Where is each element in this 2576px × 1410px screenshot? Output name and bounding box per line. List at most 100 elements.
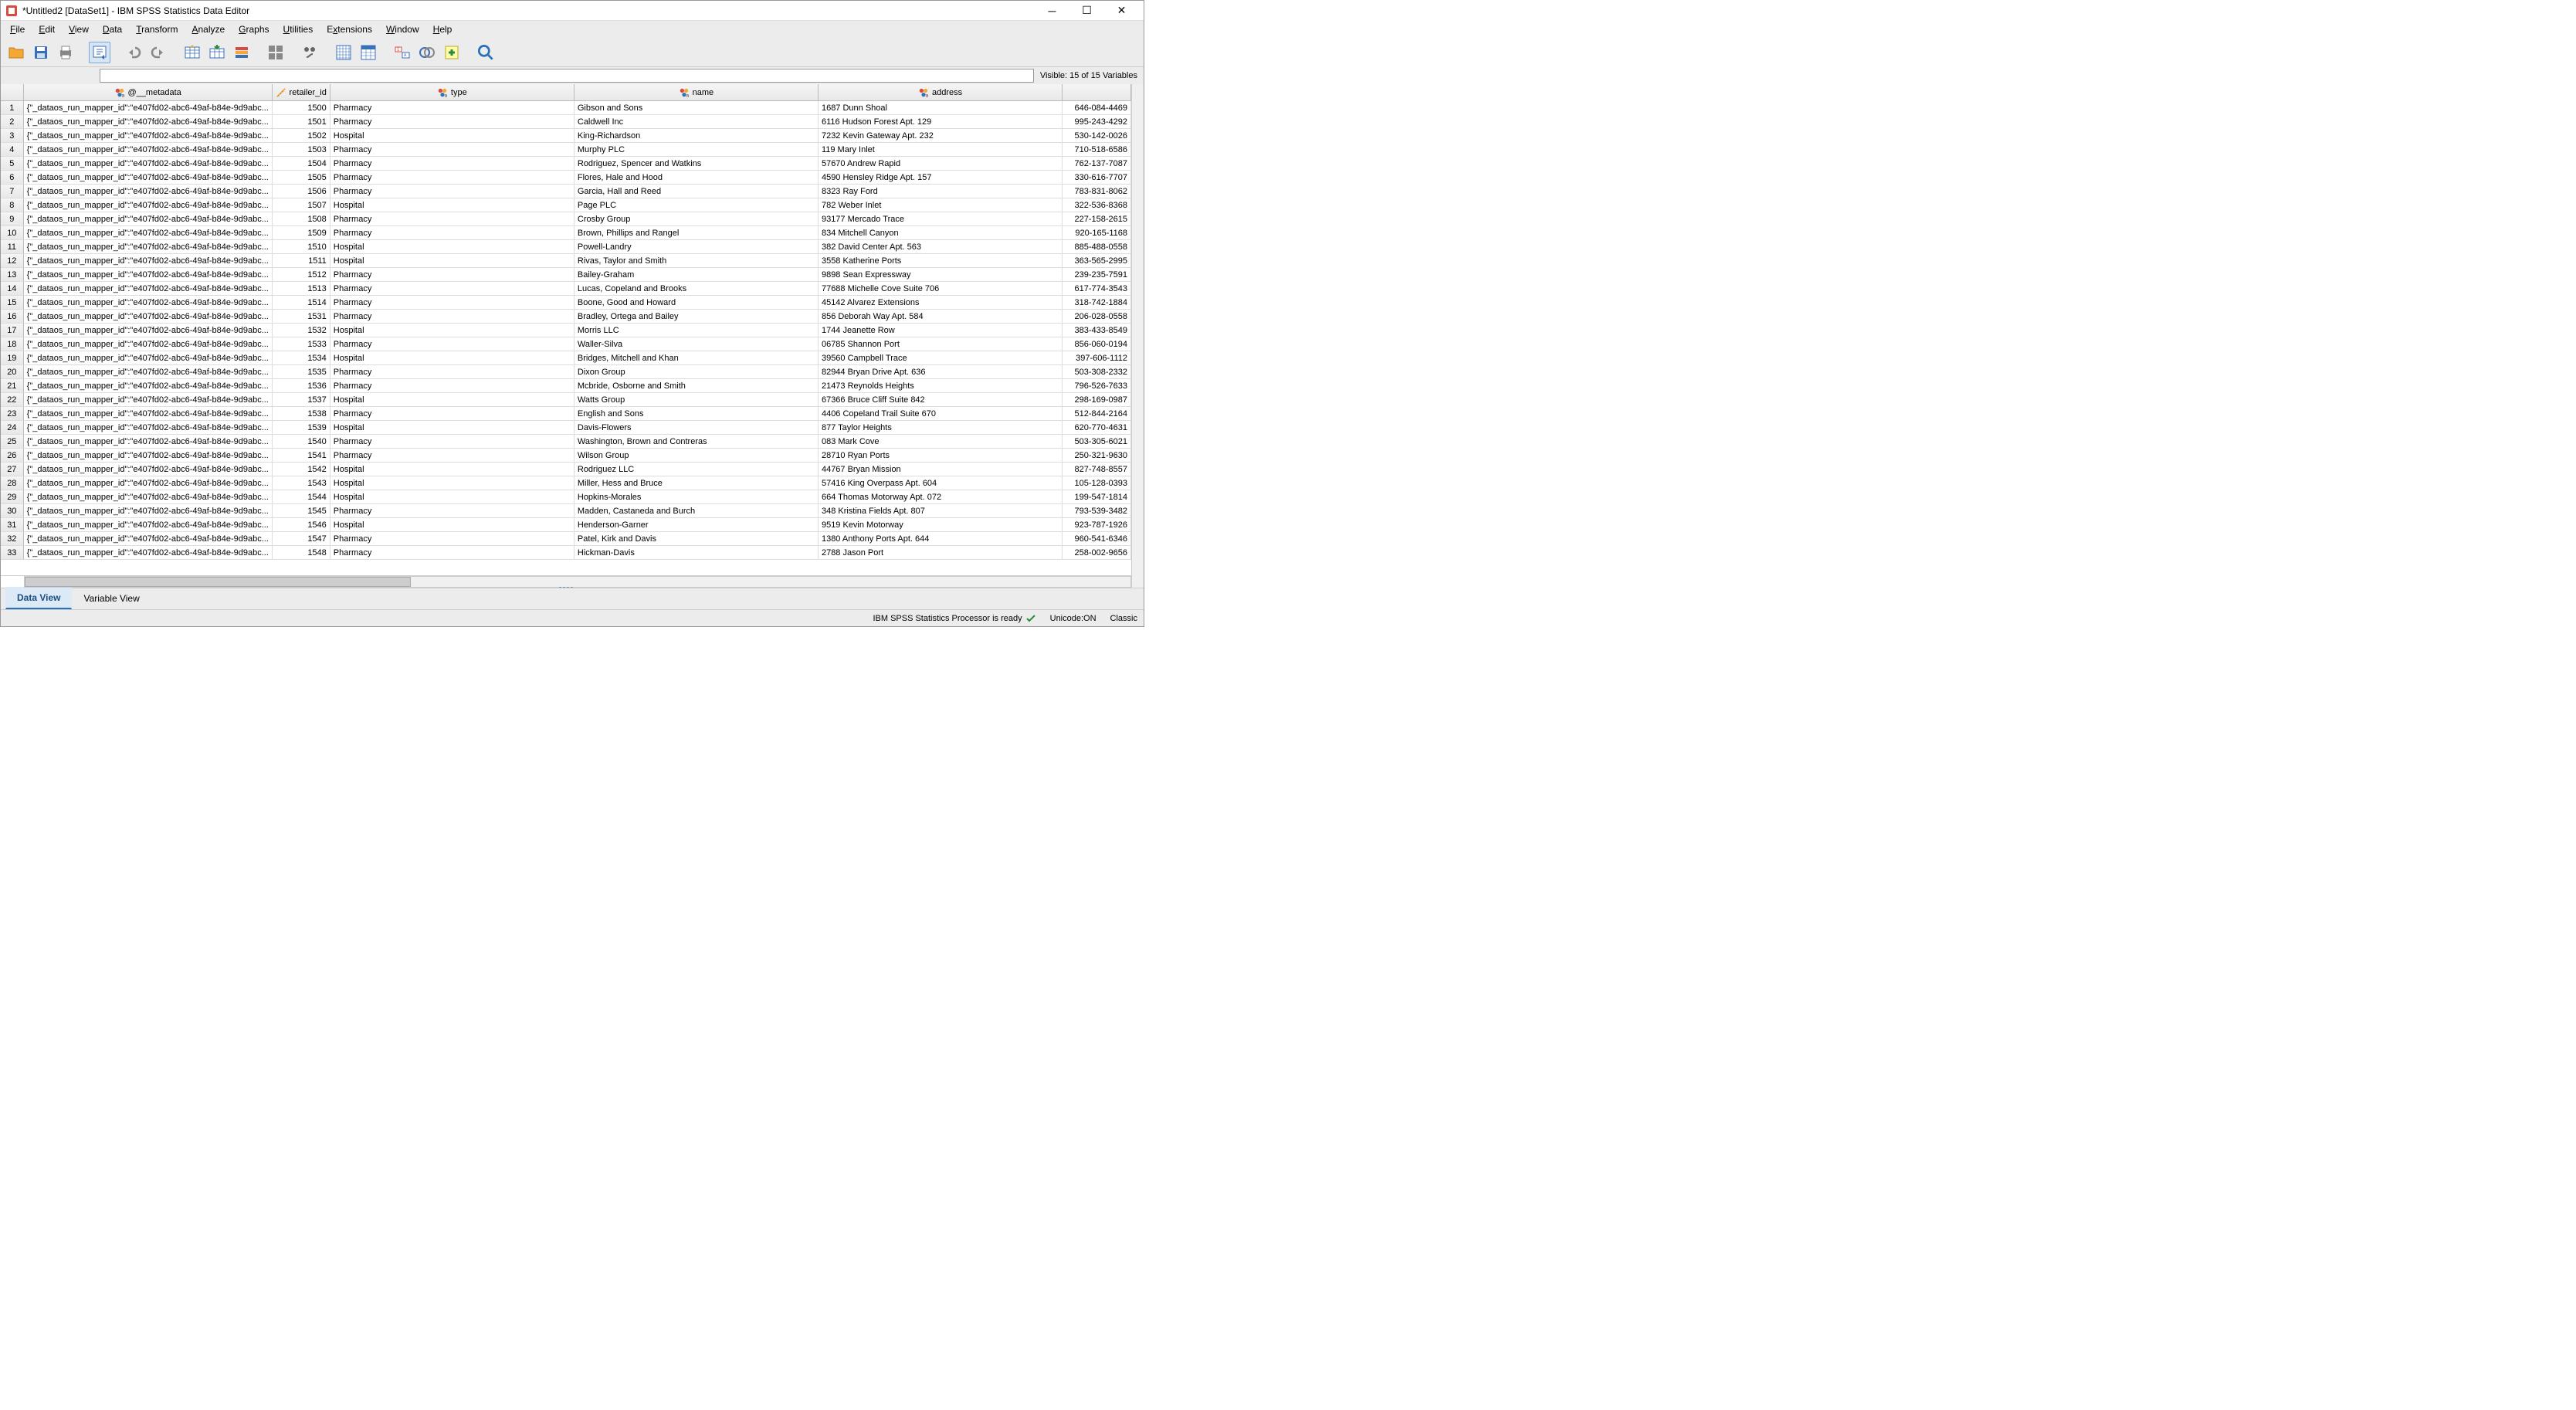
table-row[interactable]: 32{"_dataos_run_mapper_id":"e407fd02-abc…	[1, 532, 1131, 546]
cell-type[interactable]: Pharmacy	[330, 435, 575, 448]
cell-phone[interactable]: 762-137-7087	[1063, 157, 1131, 170]
table-row[interactable]: 22{"_dataos_run_mapper_id":"e407fd02-abc…	[1, 393, 1131, 407]
cell-name[interactable]: Mcbride, Osborne and Smith	[575, 379, 819, 392]
cell-retailer-id[interactable]: 1536	[273, 379, 330, 392]
table-row[interactable]: 4{"_dataos_run_mapper_id":"e407fd02-abc6…	[1, 143, 1131, 157]
cell-address[interactable]: 348 Kristina Fields Apt. 807	[819, 504, 1063, 517]
cell-metadata[interactable]: {"_dataos_run_mapper_id":"e407fd02-abc6-…	[24, 351, 273, 364]
cell-name[interactable]: Davis-Flowers	[575, 421, 819, 434]
cell-name[interactable]: Washington, Brown and Contreras	[575, 435, 819, 448]
cell-address[interactable]: 1687 Dunn Shoal	[819, 101, 1063, 114]
row-number[interactable]: 17	[1, 324, 24, 337]
row-number[interactable]: 31	[1, 518, 24, 531]
cell-address[interactable]: 57416 King Overpass Apt. 604	[819, 476, 1063, 490]
cell-phone[interactable]: 710-518-6586	[1063, 143, 1131, 156]
cell-name[interactable]: Rodriguez LLC	[575, 463, 819, 476]
use-sets-button[interactable]	[416, 42, 438, 63]
cell-address[interactable]: 6116 Hudson Forest Apt. 129	[819, 115, 1063, 128]
cell-type[interactable]: Hospital	[330, 351, 575, 364]
row-number[interactable]: 2	[1, 115, 24, 128]
table-row[interactable]: 19{"_dataos_run_mapper_id":"e407fd02-abc…	[1, 351, 1131, 365]
menu-file[interactable]: File	[4, 22, 31, 36]
cell-address[interactable]: 1744 Jeanette Row	[819, 324, 1063, 337]
cell-address[interactable]: 45142 Alvarez Extensions	[819, 296, 1063, 309]
cell-retailer-id[interactable]: 1543	[273, 476, 330, 490]
table-row[interactable]: 12{"_dataos_run_mapper_id":"e407fd02-abc…	[1, 254, 1131, 268]
cell-type[interactable]: Pharmacy	[330, 379, 575, 392]
cell-type[interactable]: Hospital	[330, 518, 575, 531]
cell-retailer-id[interactable]: 1548	[273, 546, 330, 559]
cell-address[interactable]: 39560 Campbell Trace	[819, 351, 1063, 364]
cell-address[interactable]: 382 David Center Apt. 563	[819, 240, 1063, 253]
table-row[interactable]: 14{"_dataos_run_mapper_id":"e407fd02-abc…	[1, 282, 1131, 296]
cell-retailer-id[interactable]: 1510	[273, 240, 330, 253]
cell-retailer-id[interactable]: 1513	[273, 282, 330, 295]
cell-type[interactable]: Pharmacy	[330, 115, 575, 128]
cell-name[interactable]: Watts Group	[575, 393, 819, 406]
cell-name[interactable]: Rodriguez, Spencer and Watkins	[575, 157, 819, 170]
cell-retailer-id[interactable]: 1532	[273, 324, 330, 337]
cell-retailer-id[interactable]: 1505	[273, 171, 330, 184]
cell-metadata[interactable]: {"_dataos_run_mapper_id":"e407fd02-abc6-…	[24, 157, 273, 170]
cell-address[interactable]: 877 Taylor Heights	[819, 421, 1063, 434]
hscroll-thumb[interactable]	[25, 577, 411, 587]
cell-phone[interactable]: 397-606-1112	[1063, 351, 1131, 364]
table-row[interactable]: 7{"_dataos_run_mapper_id":"e407fd02-abc6…	[1, 185, 1131, 198]
cell-type[interactable]: Hospital	[330, 421, 575, 434]
split-file-button[interactable]	[333, 42, 354, 63]
weight-cases-button[interactable]	[358, 42, 379, 63]
cell-address[interactable]: 119 Mary Inlet	[819, 143, 1063, 156]
cell-metadata[interactable]: {"_dataos_run_mapper_id":"e407fd02-abc6-…	[24, 212, 273, 225]
row-number[interactable]: 32	[1, 532, 24, 545]
cell-retailer-id[interactable]: 1544	[273, 490, 330, 503]
cell-metadata[interactable]: {"_dataos_run_mapper_id":"e407fd02-abc6-…	[24, 365, 273, 378]
cell-address[interactable]: 21473 Reynolds Heights	[819, 379, 1063, 392]
cell-metadata[interactable]: {"_dataos_run_mapper_id":"e407fd02-abc6-…	[24, 393, 273, 406]
cell-retailer-id[interactable]: 1533	[273, 337, 330, 351]
cell-metadata[interactable]: {"_dataos_run_mapper_id":"e407fd02-abc6-…	[24, 449, 273, 462]
cell-metadata[interactable]: {"_dataos_run_mapper_id":"e407fd02-abc6-…	[24, 254, 273, 267]
row-number[interactable]: 13	[1, 268, 24, 281]
menu-window[interactable]: Window	[380, 22, 425, 36]
row-number[interactable]: 18	[1, 337, 24, 351]
cell-name[interactable]: Boone, Good and Howard	[575, 296, 819, 309]
cell-type[interactable]: Pharmacy	[330, 171, 575, 184]
cell-retailer-id[interactable]: 1500	[273, 101, 330, 114]
cell-type[interactable]: Hospital	[330, 476, 575, 490]
row-number[interactable]: 27	[1, 463, 24, 476]
cell-phone[interactable]: 793-539-3482	[1063, 504, 1131, 517]
cell-name[interactable]: Wilson Group	[575, 449, 819, 462]
cell-metadata[interactable]: {"_dataos_run_mapper_id":"e407fd02-abc6-…	[24, 282, 273, 295]
cell-phone[interactable]: 617-774-3543	[1063, 282, 1131, 295]
table-row[interactable]: 30{"_dataos_run_mapper_id":"e407fd02-abc…	[1, 504, 1131, 518]
cell-type[interactable]: Pharmacy	[330, 101, 575, 114]
cell-retailer-id[interactable]: 1535	[273, 365, 330, 378]
table-row[interactable]: 5{"_dataos_run_mapper_id":"e407fd02-abc6…	[1, 157, 1131, 171]
cell-type[interactable]: Pharmacy	[330, 504, 575, 517]
close-button[interactable]: ✕	[1104, 2, 1139, 20]
cell-address[interactable]: 2788 Jason Port	[819, 546, 1063, 559]
row-number[interactable]: 28	[1, 476, 24, 490]
cell-retailer-id[interactable]: 1506	[273, 185, 330, 198]
col-header-metadata[interactable]: a @__metadata	[24, 84, 273, 100]
cell-retailer-id[interactable]: 1531	[273, 310, 330, 323]
cell-phone[interactable]: 199-547-1814	[1063, 490, 1131, 503]
cell-address[interactable]: 57670 Andrew Rapid	[819, 157, 1063, 170]
table-row[interactable]: 2{"_dataos_run_mapper_id":"e407fd02-abc6…	[1, 115, 1131, 129]
menu-extensions[interactable]: Extensions	[320, 22, 378, 36]
cell-address[interactable]: 782 Weber Inlet	[819, 198, 1063, 212]
cell-metadata[interactable]: {"_dataos_run_mapper_id":"e407fd02-abc6-…	[24, 337, 273, 351]
cell-retailer-id[interactable]: 1537	[273, 393, 330, 406]
cell-type[interactable]: Hospital	[330, 254, 575, 267]
recall-dialog-button[interactable]	[89, 42, 110, 63]
table-row[interactable]: 11{"_dataos_run_mapper_id":"e407fd02-abc…	[1, 240, 1131, 254]
tab-data-view[interactable]: Data View	[5, 587, 72, 609]
table-row[interactable]: 13{"_dataos_run_mapper_id":"e407fd02-abc…	[1, 268, 1131, 282]
cell-metadata[interactable]: {"_dataos_run_mapper_id":"e407fd02-abc6-…	[24, 504, 273, 517]
cell-phone[interactable]: 503-308-2332	[1063, 365, 1131, 378]
cell-name[interactable]: Gibson and Sons	[575, 101, 819, 114]
cell-name[interactable]: Lucas, Copeland and Brooks	[575, 282, 819, 295]
cell-phone[interactable]: 330-616-7707	[1063, 171, 1131, 184]
cell-metadata[interactable]: {"_dataos_run_mapper_id":"e407fd02-abc6-…	[24, 198, 273, 212]
menu-data[interactable]: Data	[97, 22, 128, 36]
